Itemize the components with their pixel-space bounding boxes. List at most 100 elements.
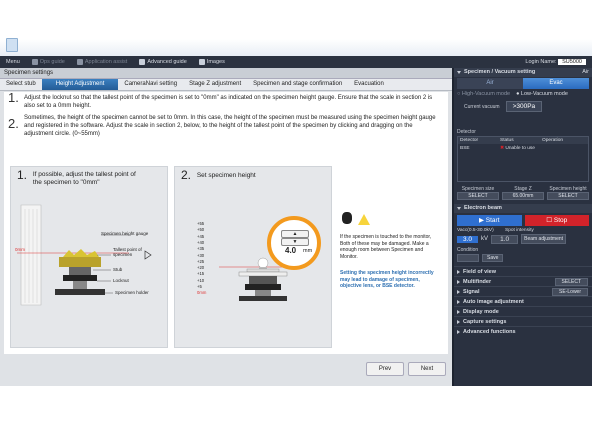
section-label: Advanced functions (463, 328, 516, 335)
label-tallest-point: Tallest point of specimen (113, 247, 142, 257)
scale-tick-label: +55 (197, 221, 205, 226)
low-vacuum-radio[interactable]: ● Low-Vacuum mode (516, 91, 568, 97)
evac-button[interactable]: Evac (523, 78, 589, 89)
section-capture-settings[interactable]: Capture settings (454, 316, 592, 326)
specimen-height-label: Specimen height (549, 186, 587, 192)
card-2-title-text: Set specimen height (196, 172, 256, 179)
scale-tick-label: +40 (197, 239, 205, 245)
label-zero-mm: 0mm (15, 247, 25, 252)
desktop-background-bottom (0, 386, 592, 444)
height-value: 4.0 (285, 246, 297, 255)
scale-tick-label: +15 (197, 271, 205, 277)
section-auto-image-adjustment[interactable]: Auto image adjustment (454, 296, 592, 306)
stage-z-value: 65.00mm (502, 192, 544, 200)
step-evacuation[interactable]: Evacuation (348, 79, 390, 90)
height-scale: +55 +50 +45 +40 +35 +30 +25 +20 +15 +10 +5 0mm (197, 221, 213, 301)
card-1-title-text: If possible, adjust the tallest point of… (32, 171, 136, 186)
vacc-value[interactable]: 3.0 (457, 235, 479, 243)
menu-item-images[interactable]: Images (193, 56, 231, 68)
section-multifinder[interactable]: Multifinder SELECT (454, 276, 592, 286)
unavailable-icon: ✖ (500, 146, 505, 151)
menu-item-application-assist[interactable]: Application assist (71, 56, 134, 68)
step-cameranavi-setting[interactable]: CameraNavi setting (118, 79, 183, 90)
instruction-1-number: 1. (8, 90, 19, 105)
instruction-1: 1. Adjust the locknut so that the talles… (8, 90, 438, 110)
desktop-background-top (0, 0, 592, 56)
specimen-size-select[interactable]: SELECT (457, 192, 499, 200)
next-button[interactable]: Next (408, 362, 446, 376)
scale-tick-label: +20 (197, 265, 205, 271)
spot-label: Spot intensity (505, 228, 534, 233)
section-select[interactable]: SELECT (554, 277, 588, 286)
menu-item-ops-guide[interactable]: Ops guide (26, 56, 71, 68)
condition-select[interactable] (457, 254, 479, 262)
specimen-size-label: Specimen size (461, 186, 495, 192)
detector-row: BSE ✖ Unable to use (458, 144, 588, 153)
specimen-height-select[interactable]: SELECT (547, 192, 589, 200)
section-signal[interactable]: Signal SE-Lower (454, 286, 592, 296)
detector-col-detector: Detector (460, 138, 479, 143)
card-2-number: 2. (181, 168, 192, 182)
section-label: Auto image adjustment (463, 298, 524, 305)
section-label: Field of view (463, 268, 497, 275)
step-specimen-stage-confirmation[interactable]: Specimen and stage confirmation (247, 79, 348, 90)
menu-item-advanced-guide[interactable]: Advanced guide (133, 56, 192, 68)
step-select-stub[interactable]: Select stub (0, 79, 42, 90)
beam-start-stop: ▶ Start ☐ Stop (457, 215, 589, 226)
vacc-unit: kV (481, 236, 489, 242)
menu-bar: Menu Ops guide Application assist Advanc… (0, 56, 592, 68)
spot-value[interactable]: 1.0 (491, 234, 519, 244)
section-label: Capture settings (463, 318, 507, 325)
section-select[interactable]: SE-Lower (552, 287, 588, 296)
height-down-button[interactable]: ▼ (281, 238, 309, 246)
step-stage-z-adjustment[interactable]: Stage Z adjustment (183, 79, 247, 90)
instruction-1-text: Adjust the locknut so that the tallest p… (24, 95, 433, 109)
expand-arrow-icon (457, 309, 460, 314)
ops-guide-icon (31, 59, 38, 65)
expand-arrow-icon (457, 329, 460, 334)
section-label: Multifinder (463, 278, 492, 285)
section-field-of-view[interactable]: Field of view (454, 266, 592, 276)
step-tabs: Select stub Height Adjustment CameraNavi… (0, 79, 452, 91)
high-vacuum-radio[interactable]: ○ High-Vacuum mode (457, 91, 510, 97)
expand-arrow-icon (457, 279, 460, 284)
beam-values: 3.0 kV 1.0 Beam adjustment (454, 233, 592, 245)
advanced-guide-icon (139, 59, 146, 65)
section-advanced-functions[interactable]: Advanced functions (454, 326, 592, 336)
scale-tick-label: 0mm (197, 290, 207, 296)
save-button[interactable]: Save (482, 254, 504, 262)
section-label: Signal (463, 288, 480, 295)
header-air-tab[interactable]: Air (582, 68, 589, 77)
stop-button[interactable]: ☐ Stop (524, 215, 589, 226)
label-specimen-height-gauge: Specimen height gauge (101, 231, 149, 236)
specimen-vacuum-header[interactable]: Specimen / Vacuum setting Air (454, 68, 592, 77)
collapse-arrow-icon (457, 71, 461, 74)
prev-button[interactable]: Prev (366, 362, 404, 376)
expand-arrow-icon (457, 269, 460, 274)
vacc-label: Vacc(0.5-30.0kV) (457, 228, 494, 233)
condition-row: Save (454, 253, 592, 263)
instruction-2-text: Sometimes, the height of the specimen ca… (24, 115, 436, 137)
adjustment-circle[interactable]: ▲ ▼ 4.0 mm (267, 216, 321, 270)
content-area: 1. Adjust the locknut so that the talles… (4, 90, 448, 354)
menu-item-menu[interactable]: Menu (0, 56, 26, 68)
air-evac-toggle: Air Evac (457, 78, 589, 89)
recycle-bin-icon[interactable] (6, 38, 18, 52)
scale-tick-label: +35 (197, 246, 205, 252)
login-label: Login Name: (525, 59, 557, 65)
air-button[interactable]: Air (457, 78, 523, 89)
section-display-mode[interactable]: Display mode (454, 306, 592, 316)
warning-blue-text: Setting the specimen height incorrectly … (340, 270, 434, 289)
current-vacuum-value: >300Pa (505, 101, 543, 112)
height-up-button[interactable]: ▲ (281, 230, 309, 238)
start-button[interactable]: ▶ Start (457, 215, 522, 226)
collapse-arrow-icon (457, 207, 461, 210)
beam-adjustment-button[interactable]: Beam adjustment (521, 234, 567, 244)
card-2-title: 2. Set specimen height (181, 168, 256, 182)
monitor-icon (342, 212, 352, 224)
login-value: SU5000 (558, 59, 586, 65)
electron-beam-header[interactable]: Electron beam (454, 204, 592, 213)
step-height-adjustment[interactable]: Height Adjustment (41, 79, 119, 90)
application-window: Menu Ops guide Application assist Advanc… (0, 56, 592, 386)
scale-tick-label: +50 (197, 227, 205, 233)
